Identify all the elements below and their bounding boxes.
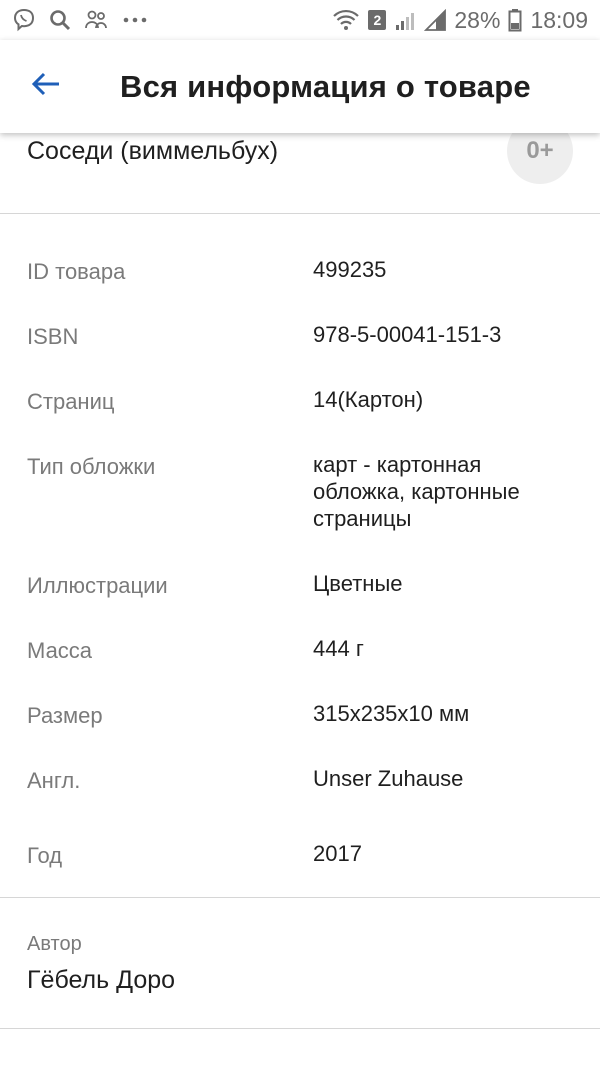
author-section[interactable]: Автор Гёбель Доро: [0, 898, 600, 1029]
properties-list: ID товара 499235 ISBN 978-5-00041-151-3 …: [0, 214, 600, 898]
property-value-isbn: 978-5-00041-151-3: [313, 322, 502, 347]
people-icon: [84, 8, 110, 32]
signal-icon-2: [424, 9, 447, 31]
status-bar: 2 28% 18:09: [0, 0, 600, 40]
property-value-illustrations: Цветные: [313, 571, 403, 596]
author-label: Автор: [27, 933, 82, 955]
property-label-original-title: Англ.: [27, 768, 81, 793]
page-title: Вся информация о товаре: [120, 68, 531, 104]
battery-icon: [508, 8, 522, 32]
property-label-cover: Тип обложки: [27, 454, 156, 479]
viber-icon: [12, 8, 36, 32]
product-header: Соседи (виммельбух) 0+: [0, 118, 600, 214]
author-name[interactable]: Гёбель Доро: [27, 966, 175, 995]
search-icon: [48, 8, 72, 32]
sim-badge: 2: [368, 10, 387, 30]
property-value-pages: 14(Картон): [313, 387, 424, 412]
system-icons: 2 28% 18:09: [332, 7, 588, 34]
property-value-original-title: Unser Zuhause: [313, 766, 464, 791]
property-value-cover: карт - картонная обложка, картонные стра…: [313, 452, 520, 531]
property-label-size: Размер: [27, 703, 103, 728]
property-label-year: Год: [27, 843, 63, 868]
app-bar: Вся информация о товаре: [0, 40, 600, 133]
arrow-left-icon: [31, 71, 61, 102]
property-label-weight: Масса: [27, 638, 93, 663]
property-value-year: 2017: [313, 841, 362, 866]
back-button[interactable]: [18, 59, 74, 115]
property-label-isbn: ISBN: [27, 324, 79, 349]
notification-icons: [12, 8, 148, 32]
signal-icon-1: [394, 9, 416, 31]
more-dots-icon: [122, 15, 148, 25]
property-value-size: 315x235x10 мм: [313, 701, 470, 726]
content: Соседи (виммельбух) 0+ ID товара 499235 …: [0, 118, 600, 1029]
battery-percent: 28%: [454, 6, 501, 33]
property-value-weight: 444 г: [313, 636, 364, 661]
property-label-pages: Страниц: [27, 389, 115, 414]
clock: 18:09: [530, 6, 588, 33]
property-label-id: ID товара: [27, 259, 126, 284]
property-value-id: 499235: [313, 257, 387, 282]
property-label-illustrations: Иллюстрации: [27, 573, 168, 598]
product-title: Соседи (виммельбух): [27, 137, 279, 165]
wifi-icon: [332, 9, 360, 31]
